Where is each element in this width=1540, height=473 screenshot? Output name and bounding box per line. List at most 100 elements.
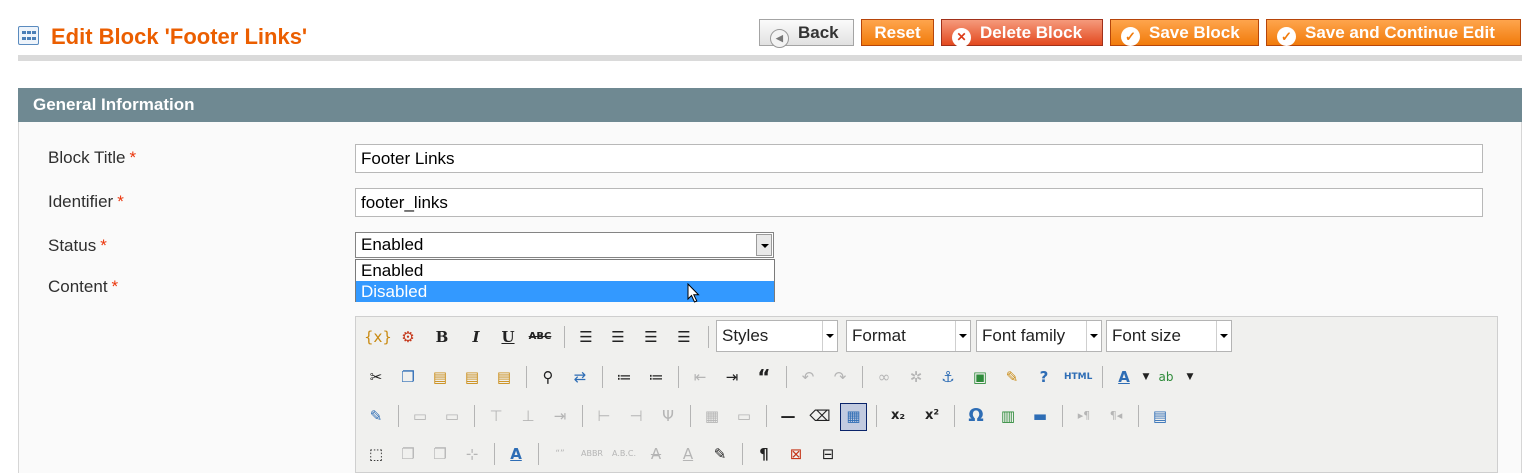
paste-icon[interactable]: ▤ — [428, 365, 452, 389]
insert-text-icon[interactable]: A — [676, 442, 700, 466]
align-right-icon[interactable]: ☰ — [639, 325, 663, 349]
block-title-input[interactable]: Footer Links — [355, 144, 1483, 173]
insert-layer-icon[interactable]: ▬ — [1028, 404, 1052, 428]
nonbreaking-icon[interactable]: ⊠ — [784, 442, 808, 466]
cut-icon[interactable]: ✂ — [364, 365, 388, 389]
rtl-icon[interactable]: ¶◂ — [1104, 404, 1128, 428]
status-option-disabled[interactable]: Disabled — [356, 281, 774, 302]
ltr-icon[interactable]: ▸¶ — [1072, 404, 1096, 428]
edit-css-icon[interactable]: ✎ — [364, 404, 388, 428]
show-blocks-icon[interactable]: ¶ — [752, 442, 776, 466]
style-props-icon[interactable]: A — [504, 442, 528, 466]
toolbar-separator — [602, 366, 603, 388]
chevron-down-icon[interactable]: ▼ — [1178, 365, 1202, 389]
paste-text-icon[interactable]: ▤ — [460, 365, 484, 389]
delete-col-icon[interactable]: Ψ — [656, 404, 680, 428]
row-props-icon[interactable]: ▭ — [408, 404, 432, 428]
visual-aid-icon[interactable]: ▦ — [840, 403, 867, 431]
align-center-icon[interactable]: ☰ — [606, 325, 630, 349]
insert-media-icon[interactable]: ▥ — [996, 404, 1020, 428]
delete-row-icon[interactable]: ⇥ — [548, 404, 572, 428]
move-forward-icon[interactable]: ❐ — [396, 442, 420, 466]
toolbar-row-4: ⬚ ❐ ❐ ⊹ A “” ABBR A.B.C. A A ✎ ¶ ⊠ ⊟ — [364, 439, 1494, 469]
delete-block-button[interactable]: ✕ Delete Block — [941, 19, 1103, 47]
remove-format-icon[interactable]: ⌫ — [808, 404, 832, 428]
strikethrough-icon[interactable]: ABC — [528, 325, 552, 349]
split-cells-icon[interactable]: ▦ — [700, 404, 724, 428]
link-icon[interactable]: ∞ — [872, 365, 896, 389]
replace-icon[interactable]: ⇄ — [568, 365, 592, 389]
save-block-button[interactable]: ✓ Save Block — [1110, 19, 1259, 46]
toolbar-separator — [678, 366, 679, 388]
underline-icon[interactable]: U — [496, 325, 520, 349]
cell-props-icon[interactable]: ▭ — [440, 404, 464, 428]
chevron-down-icon — [1086, 321, 1101, 351]
insert-col-after-icon[interactable]: ⊣ — [624, 404, 648, 428]
merge-cells-icon[interactable]: ▭ — [732, 404, 756, 428]
anchor-icon[interactable]: ⚓ — [936, 365, 960, 389]
align-left-icon[interactable]: ☰ — [574, 325, 598, 349]
subscript-icon[interactable]: x₂ — [886, 404, 910, 428]
font-size-dropdown[interactable]: Font size — [1106, 320, 1232, 352]
help-icon[interactable]: ? — [1032, 365, 1056, 389]
background-color-icon[interactable]: ab — [1154, 365, 1178, 389]
back-arrow-icon: ◀ — [770, 29, 789, 48]
move-backward-icon[interactable]: ❐ — [428, 442, 452, 466]
delete-button-label: Delete Block — [980, 23, 1083, 42]
find-icon[interactable]: ⚲ — [536, 365, 560, 389]
attributes-icon[interactable]: ✎ — [708, 442, 732, 466]
header-divider — [18, 55, 1522, 61]
acronym-icon[interactable]: A.B.C. — [612, 442, 636, 466]
status-option-enabled[interactable]: Enabled — [356, 260, 774, 281]
font-family-dropdown[interactable]: Font family — [976, 320, 1102, 352]
unlink-icon[interactable]: ✲ — [904, 365, 928, 389]
back-button-label: Back — [798, 23, 839, 42]
absolute-position-icon[interactable]: ⊹ — [460, 442, 484, 466]
copy-icon[interactable]: ❐ — [396, 365, 420, 389]
chevron-down-icon[interactable] — [756, 234, 772, 256]
toolbar-separator — [954, 405, 955, 427]
align-justify-icon[interactable]: ☰ — [672, 325, 696, 349]
insert-widget-icon[interactable]: ⚙ — [396, 325, 420, 349]
delete-x-icon: ✕ — [952, 28, 971, 47]
back-button[interactable]: ◀ Back — [759, 19, 854, 48]
redo-icon[interactable]: ↷ — [828, 365, 852, 389]
superscript-icon[interactable]: x² — [920, 404, 944, 428]
html-source-icon[interactable]: HTML — [1064, 365, 1092, 389]
outdent-icon[interactable]: ⇤ — [688, 365, 712, 389]
styles-dropdown[interactable]: Styles — [716, 320, 838, 352]
cite-icon[interactable]: “” — [548, 442, 572, 466]
numbered-list-icon[interactable]: ≔ — [644, 365, 668, 389]
reset-button[interactable]: Reset — [861, 19, 934, 46]
insert-image-icon[interactable]: ▣ — [968, 365, 992, 389]
insert-row-after-icon[interactable]: ⊥ — [516, 404, 540, 428]
italic-icon[interactable]: I — [464, 325, 488, 349]
bullet-list-icon[interactable]: ≔ — [612, 365, 636, 389]
bold-icon[interactable]: B — [430, 325, 454, 349]
insert-row-before-icon[interactable]: ⊤ — [484, 404, 508, 428]
insert-col-before-icon[interactable]: ⊢ — [592, 404, 616, 428]
save-and-continue-button[interactable]: ✓ Save and Continue Edit — [1266, 19, 1521, 46]
insert-layer-box-icon[interactable]: ⬚ — [364, 442, 388, 466]
abbr-icon[interactable]: ABBR — [580, 442, 604, 466]
special-char-icon[interactable]: Ω — [964, 404, 988, 428]
format-dropdown[interactable]: Format — [846, 320, 971, 352]
insert-variable-icon[interactable]: {x} — [364, 325, 392, 349]
paste-word-icon[interactable]: ▤ — [492, 365, 516, 389]
status-select[interactable]: Enabled — [355, 232, 774, 258]
section-header: General Information — [18, 88, 1522, 122]
delete-text-icon[interactable]: A — [644, 442, 668, 466]
toolbar-separator — [786, 366, 787, 388]
identifier-input[interactable]: footer_links — [355, 188, 1483, 217]
fullscreen-icon[interactable]: ▤ — [1148, 404, 1172, 428]
horizontal-rule-icon[interactable]: — — [776, 404, 800, 428]
indent-icon[interactable]: ⇥ — [720, 365, 744, 389]
page-break-icon[interactable]: ⊟ — [816, 442, 840, 466]
toolbar-separator — [690, 405, 691, 427]
blockquote-icon[interactable]: “ — [752, 365, 776, 389]
cleanup-icon[interactable]: ✎ — [1000, 365, 1024, 389]
save-check-icon: ✓ — [1121, 27, 1140, 46]
text-color-icon[interactable]: A — [1112, 365, 1136, 389]
required-mark: * — [111, 277, 119, 296]
undo-icon[interactable]: ↶ — [796, 365, 820, 389]
